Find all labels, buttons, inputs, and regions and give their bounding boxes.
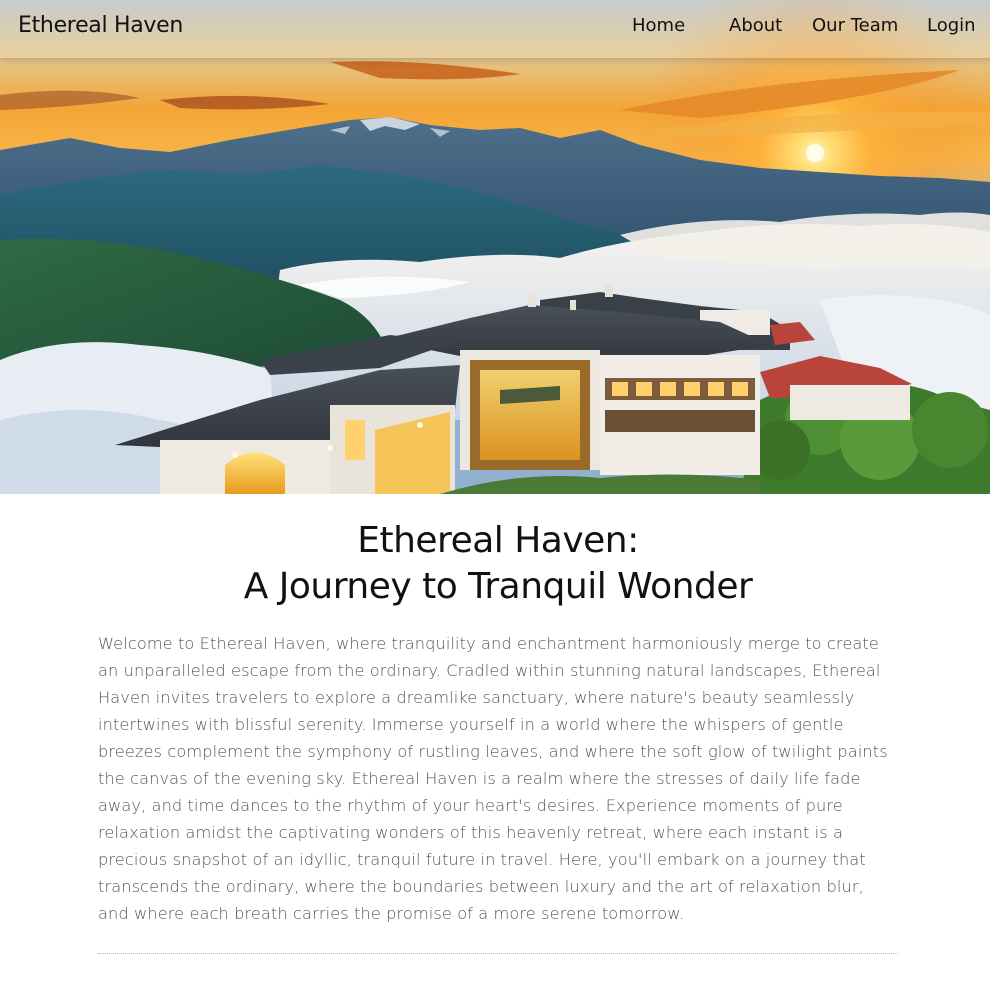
main-content: Ethereal Haven: A Journey to Tranquil Wo…	[98, 494, 898, 927]
nav-link-our-team[interactable]: Our Team	[812, 15, 898, 36]
page-title-line-1: Ethereal Haven:	[357, 520, 639, 561]
hero-image	[0, 0, 990, 494]
page: Ethereal Haven Home About Our Team Login…	[0, 0, 990, 991]
nav-link-login[interactable]: Login	[927, 15, 976, 36]
intro-paragraph: Welcome to Ethereal Haven, where tranqui…	[98, 634, 888, 923]
page-title-line-2: A Journey to Tranquil Wonder	[243, 566, 753, 607]
nav-link-about[interactable]: About	[729, 15, 782, 36]
navbar: Ethereal Haven Home About Our Team Login	[0, 0, 990, 59]
section-divider	[98, 953, 898, 954]
nav-link-home[interactable]: Home	[632, 15, 685, 36]
brand-logo-link[interactable]: Ethereal Haven	[18, 13, 183, 38]
page-title: Ethereal Haven: A Journey to Tranquil Wo…	[98, 518, 898, 610]
